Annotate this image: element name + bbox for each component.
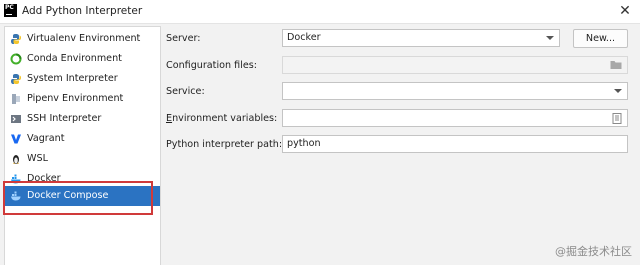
sidebar-item-vagrant[interactable]: Vagrant — [5, 129, 160, 149]
sidebar-item-wsl[interactable]: WSL — [5, 149, 160, 169]
docker-icon — [11, 174, 21, 184]
conda-icon — [10, 53, 22, 65]
service-label: Service: — [166, 86, 205, 97]
pipenv-icon — [12, 94, 20, 104]
service-select[interactable] — [282, 82, 628, 100]
sidebar-item-label: Docker Compose — [27, 190, 109, 201]
sidebar-item-label: WSL — [27, 153, 48, 164]
label-rest: nvironment variables: — [172, 113, 278, 124]
environment-variables-label: Environment variables: — [166, 113, 277, 124]
sidebar-item-virtualenv[interactable]: Virtualenv Environment — [5, 29, 160, 49]
title-bar: PC Add Python Interpreter ✕ — [0, 0, 640, 24]
server-select-value: Docker — [287, 32, 321, 43]
docker-compose-icon — [11, 191, 21, 201]
interpreter-path-label: Python interpreter path: — [166, 139, 283, 150]
sidebar-item-pipenv[interactable]: Pipenv Environment — [5, 89, 160, 109]
sidebar-item-label: System Interpreter — [27, 73, 118, 84]
environment-variables-field[interactable] — [282, 109, 628, 127]
window-title: Add Python Interpreter — [22, 5, 143, 17]
ssh-icon — [11, 115, 21, 123]
chevron-down-icon — [614, 89, 622, 93]
configuration-files-field[interactable] — [282, 56, 628, 74]
folder-icon[interactable] — [610, 60, 622, 70]
sidebar-item-label: Conda Environment — [27, 53, 122, 64]
server-label: Server: — [166, 33, 201, 44]
sidebar-item-label: Docker — [27, 173, 61, 184]
sidebar-item-ssh[interactable]: SSH Interpreter — [5, 109, 160, 129]
pycharm-logo-icon: PC — [4, 4, 17, 17]
configuration-files-label: Configuration files: — [166, 60, 257, 71]
sidebar-item-conda[interactable]: Conda Environment — [5, 49, 160, 69]
browse-list-icon[interactable] — [612, 113, 622, 124]
watermark: @掘金技术社区 — [555, 245, 632, 258]
interpreter-path-input[interactable]: python — [282, 135, 628, 153]
sidebar-item-label: Pipenv Environment — [27, 93, 124, 104]
sidebar-item-system[interactable]: System Interpreter — [5, 69, 160, 89]
sidebar-item-label: SSH Interpreter — [27, 113, 102, 124]
sidebar-item-docker-compose[interactable]: Docker Compose — [5, 186, 160, 206]
close-button[interactable]: ✕ — [616, 2, 634, 20]
add-python-interpreter-dialog: PC Add Python Interpreter ✕ Virtualenv E… — [0, 0, 640, 265]
sidebar-item-label: Virtualenv Environment — [27, 33, 141, 44]
interpreter-type-list: Virtualenv Environment Conda Environment… — [4, 26, 161, 265]
python-icon — [11, 74, 21, 84]
sidebar-item-label: Vagrant — [27, 133, 65, 144]
linux-icon — [13, 155, 19, 164]
chevron-down-icon — [546, 36, 554, 40]
new-server-button[interactable]: New... — [573, 29, 628, 48]
server-select[interactable]: Docker — [282, 29, 560, 47]
vagrant-icon — [11, 134, 21, 144]
virtualenv-icon — [11, 34, 21, 44]
